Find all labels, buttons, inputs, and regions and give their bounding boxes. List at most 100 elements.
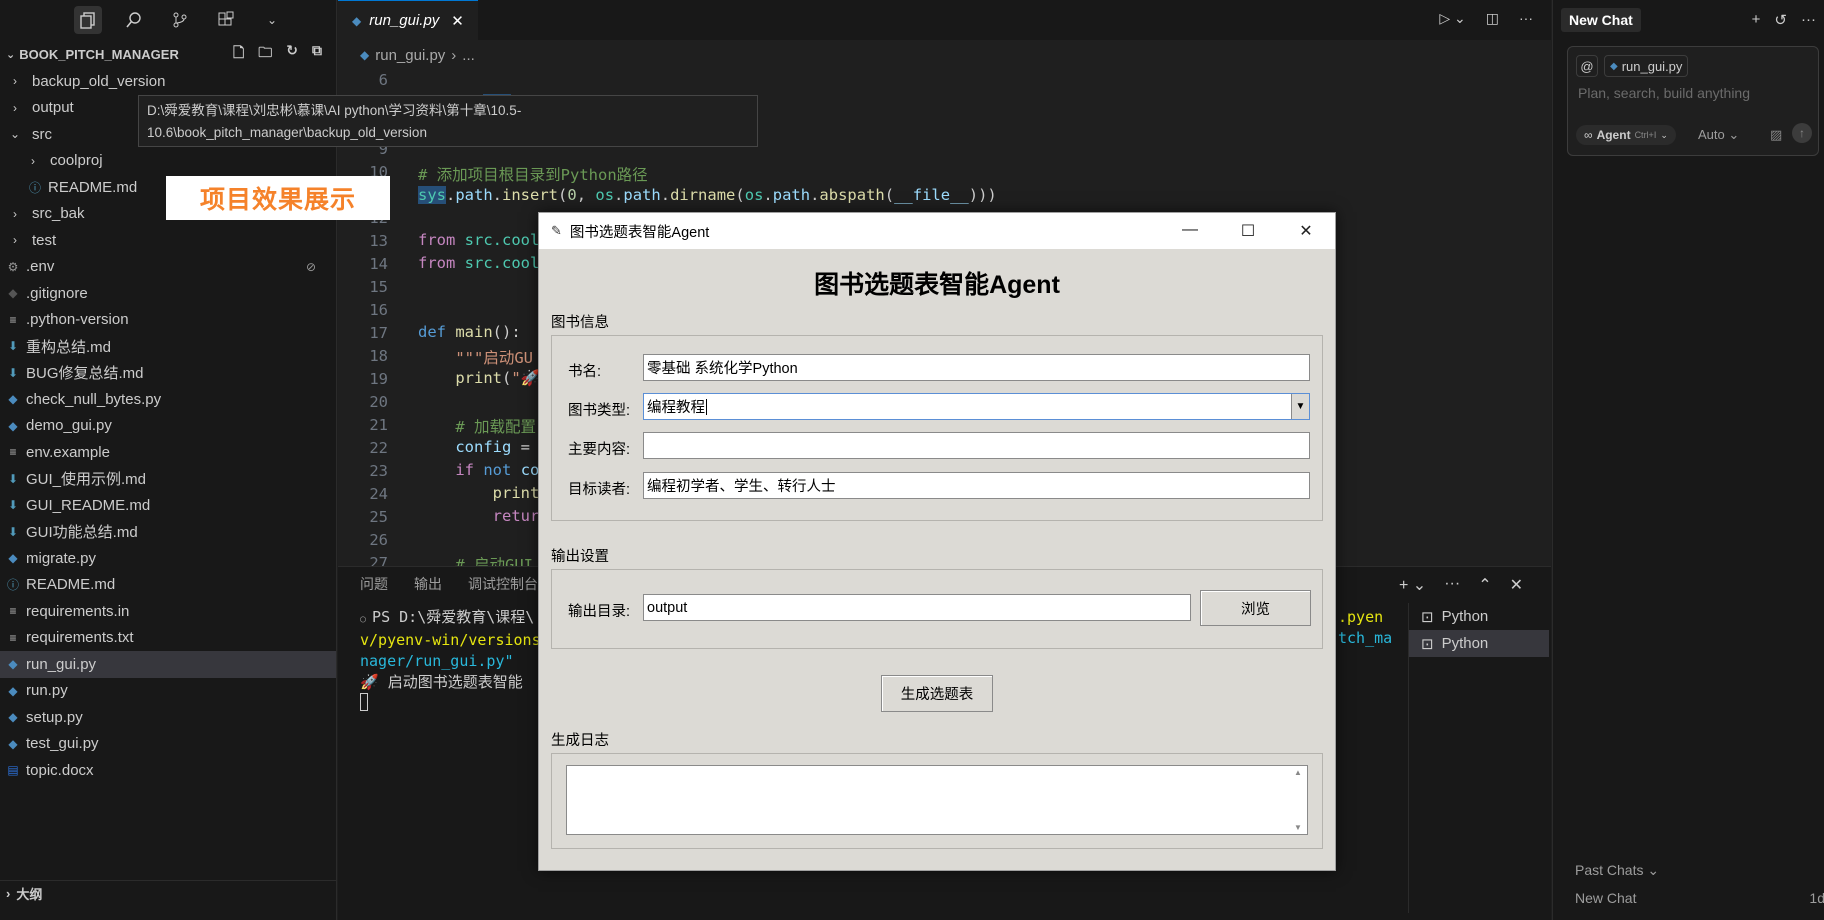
output-dir-input[interactable]: output [643, 594, 1191, 621]
dialog-body: 图书选题表智能Agent 图书信息 书名: 零基础 系统化学Python 图书类… [539, 249, 1335, 870]
log-textbox[interactable]: ▲ ▼ [566, 765, 1308, 835]
line-number: 14 [369, 255, 388, 273]
add-icon[interactable]: + [1752, 11, 1761, 29]
tab-new-chat[interactable]: New Chat [1561, 8, 1641, 32]
extensions-icon[interactable] [212, 6, 240, 34]
text-file-icon: ≡ [9, 312, 17, 327]
tree-folder[interactable]: › coolproj [0, 148, 336, 175]
more-actions-icon[interactable]: ··· [1801, 11, 1816, 29]
tree-file[interactable]: ≡ requirements.in [0, 598, 336, 625]
tree-file[interactable]: ▤ topic.docx [0, 757, 336, 784]
code-line-10: # 添加项目根目录到Python路径 [418, 166, 648, 184]
dropdown-arrow-icon[interactable]: ▼ [1291, 394, 1309, 419]
tree-file[interactable]: ⬇ 重构总结.md [0, 333, 336, 360]
tree-file[interactable]: ◆ run_gui.py [0, 651, 336, 678]
terminal-item-label: Python [1441, 635, 1489, 652]
run-icon[interactable]: ▷ ⌄ [1439, 10, 1465, 27]
tree-file[interactable]: ≡ requirements.txt [0, 625, 336, 652]
context-file-chip[interactable]: ◆ run_gui.py [1604, 55, 1689, 77]
new-folder-icon[interactable]: 🗀 [258, 42, 272, 66]
chat-input-box[interactable]: @ ◆ run_gui.py Plan, search, build anythi… [1567, 46, 1819, 156]
panel-tab[interactable]: 调试控制台 [468, 574, 538, 594]
panel-tab[interactable]: 输出 [414, 574, 442, 594]
book-type-combobox[interactable]: 编程教程 ▼ [643, 393, 1310, 420]
code-line-19: print("🚀 [455, 369, 540, 387]
tree-file[interactable]: ⚙ .env ⊘ [0, 254, 336, 281]
close-panel-icon[interactable]: ✕ [1510, 575, 1523, 595]
tree-folder[interactable]: › backup_old_version [0, 68, 336, 95]
tree-item-label: setup.py [26, 708, 83, 726]
refresh-icon[interactable]: ↻ [286, 42, 298, 66]
line-number: 24 [369, 485, 388, 503]
tree-file[interactable]: ◆ run.py [0, 678, 336, 705]
chevron-down-icon[interactable]: ⌄ [258, 6, 286, 34]
tree-file[interactable]: ◆ check_null_bytes.py [0, 386, 336, 413]
tree-file[interactable]: ◆ .gitignore [0, 280, 336, 307]
breadcrumb: ◆ run_gui.py › ... [338, 40, 1551, 70]
maximize-panel-icon[interactable]: ⌃ [1478, 575, 1491, 595]
search-icon[interactable] [120, 6, 148, 34]
breadcrumb-file[interactable]: run_gui.py [375, 47, 445, 64]
split-editor-icon[interactable]: ◫ [1486, 10, 1499, 27]
agent-mode-select[interactable]: ∞ Agent Ctrl+I ⌄ [1576, 125, 1676, 145]
history-item-label: New Chat [1575, 890, 1637, 906]
target-reader-input[interactable]: 编程初学者、学生、转行人士 [643, 472, 1310, 499]
terminal-output[interactable]: ○ PS D:\舜爱教育\课程\ v/pyenv-win/versions/ n… [360, 607, 550, 717]
close-icon[interactable]: ✕ [451, 12, 464, 30]
chevron-down-icon: ⌄ [6, 48, 16, 61]
word-file-icon: ▤ [7, 763, 19, 778]
tree-folder[interactable]: › test [0, 227, 336, 254]
close-icon[interactable]: ✕ [1277, 221, 1335, 241]
context-file-label: run_gui.py [1621, 58, 1683, 74]
explorer-header[interactable]: ⌄ BOOK_PITCH_MANAGER 🗋 🗀 ↻ ⧉ [0, 40, 336, 68]
terminal-item[interactable]: ⊡ Python [1409, 630, 1549, 657]
history-icon[interactable]: ↺ [1774, 11, 1787, 29]
tree-file[interactable]: ≡ env.example [0, 439, 336, 466]
tree-file[interactable]: ⬇ GUI_README.md [0, 492, 336, 519]
tree-item-label: .gitignore [26, 284, 88, 302]
chat-history-item[interactable]: New Chat 1d [1575, 890, 1824, 906]
source-control-icon[interactable] [166, 6, 194, 34]
tree-file[interactable]: ⓘ README.md [0, 572, 336, 599]
past-chats-toggle[interactable]: Past Chats ⌄ [1575, 862, 1659, 879]
tree-file[interactable]: ◆ demo_gui.py [0, 413, 336, 440]
book-name-input[interactable]: 零基础 系统化学Python [643, 354, 1310, 381]
mention-icon[interactable]: @ [1576, 55, 1598, 77]
line-number: 19 [369, 370, 388, 388]
tree-file[interactable]: ◆ setup.py [0, 704, 336, 731]
tab-run-gui[interactable]: ◆ run_gui.py ✕ [338, 0, 478, 40]
panel-tab[interactable]: 问题 [360, 574, 388, 594]
maximize-icon[interactable]: ☐ [1219, 221, 1277, 241]
tree-item-label: README.md [48, 178, 138, 196]
send-icon[interactable]: ↑ [1792, 123, 1812, 143]
image-icon[interactable]: ▨ [1770, 127, 1782, 143]
tree-file[interactable]: ⬇ GUI功能总结.md [0, 519, 336, 546]
minimize-icon[interactable]: — [1161, 221, 1219, 241]
terminal-item[interactable]: ⊡ Python [1409, 603, 1549, 630]
collapse-all-icon[interactable]: ⧉ [312, 42, 322, 66]
scroll-down-icon[interactable]: ▼ [1294, 823, 1302, 832]
new-file-icon[interactable]: 🗋 [233, 42, 244, 66]
python-file-icon: ◆ [8, 418, 18, 433]
tree-file[interactable]: ≡ .python-version [0, 307, 336, 334]
outline-section[interactable]: › 大纲 [0, 880, 337, 906]
more-actions-icon[interactable]: ··· [1444, 575, 1460, 595]
dialog-titlebar[interactable]: ✎ 图书选题表智能Agent — ☐ ✕ [539, 213, 1335, 249]
tree-file[interactable]: ⬇ GUI_使用示例.md [0, 466, 336, 493]
more-actions-icon[interactable]: ··· [1519, 10, 1533, 27]
browse-button[interactable]: 浏览 [1200, 590, 1311, 626]
model-select[interactable]: Auto ⌄ [1698, 127, 1739, 143]
breadcrumb-rest[interactable]: ... [462, 47, 475, 64]
reader-label: 目标读者: [568, 482, 631, 498]
output-dir-label: 输出目录: [568, 604, 631, 620]
tree-file[interactable]: ◆ test_gui.py [0, 731, 336, 758]
generate-button[interactable]: 生成选题表 [881, 675, 993, 712]
add-terminal-icon[interactable]: + ⌄ [1399, 575, 1426, 595]
files-icon[interactable] [74, 6, 102, 34]
main-content-input[interactable] [643, 432, 1310, 459]
scroll-up-icon[interactable]: ▲ [1294, 768, 1302, 777]
tree-item-label: BUG修复总结.md [26, 365, 144, 383]
tree-file[interactable]: ⬇ BUG修复总结.md [0, 360, 336, 387]
tree-file[interactable]: ◆ migrate.py [0, 545, 336, 572]
log-scrollbar[interactable]: ▲ ▼ [1291, 768, 1305, 832]
